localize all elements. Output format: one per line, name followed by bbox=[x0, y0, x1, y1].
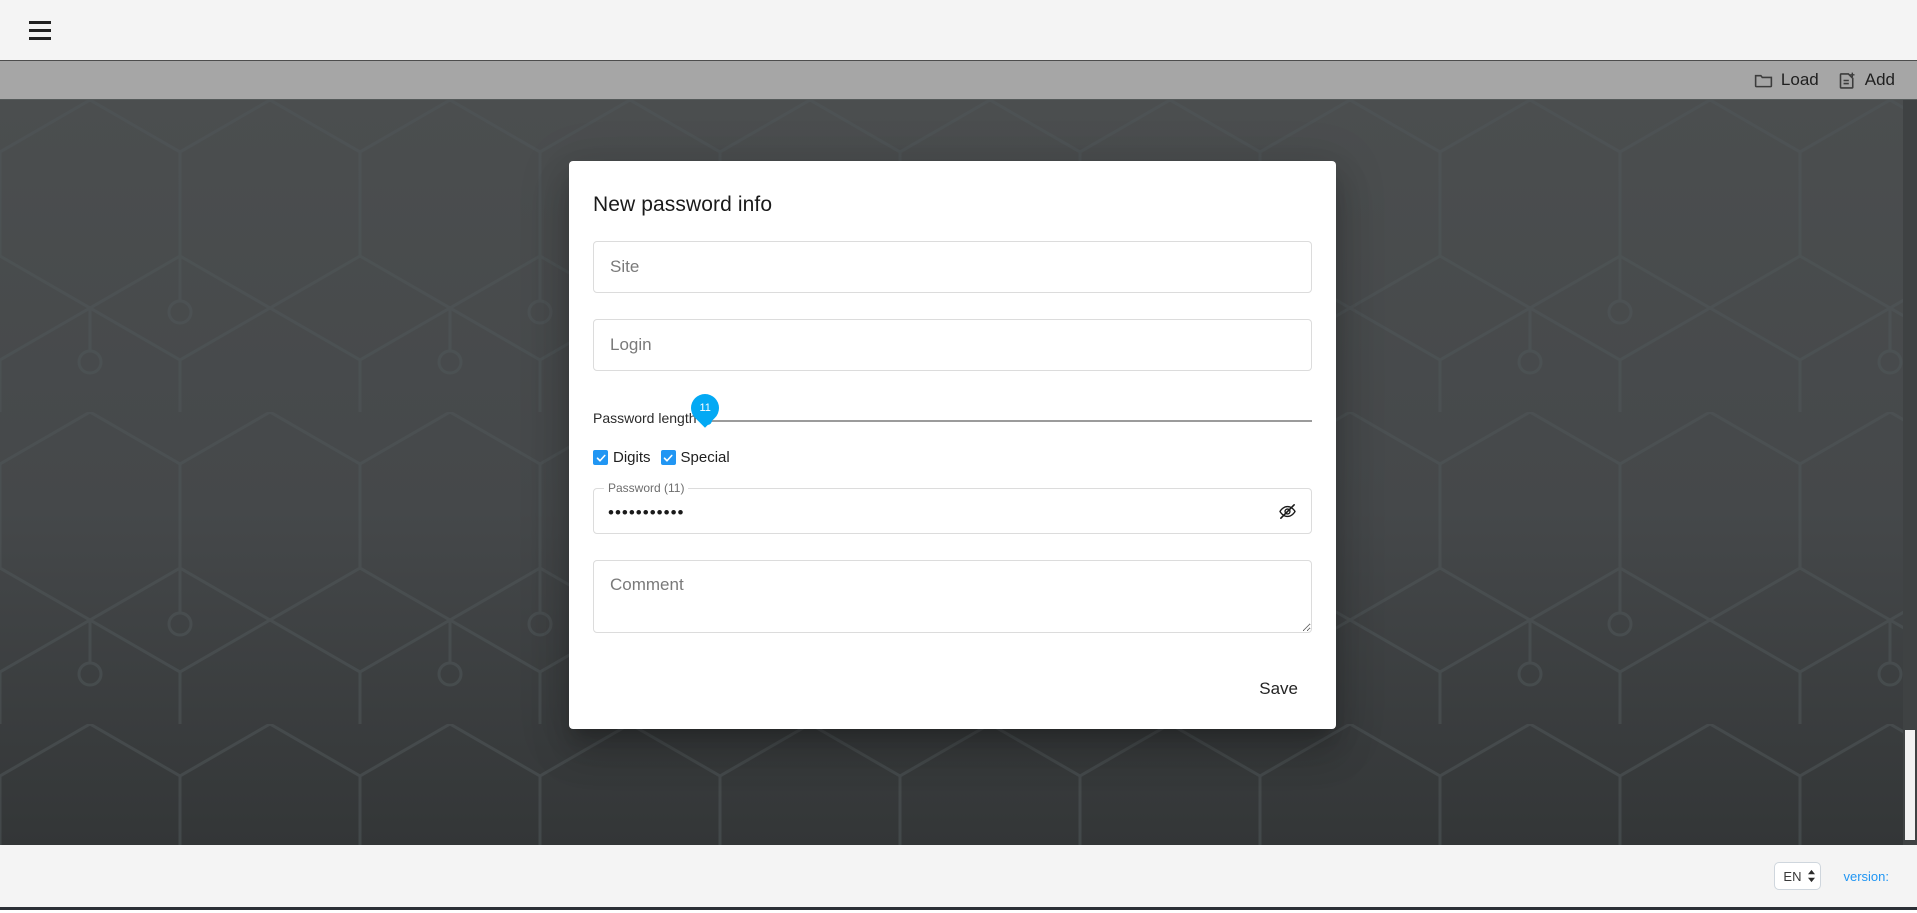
digits-checkbox[interactable]: Digits bbox=[593, 449, 651, 466]
language-select-value: EN bbox=[1783, 868, 1802, 884]
password-length-label: Password length bbox=[593, 410, 697, 426]
site-input[interactable] bbox=[593, 241, 1312, 293]
language-select[interactable]: EN bbox=[1774, 862, 1822, 890]
load-button[interactable]: Load bbox=[1753, 70, 1819, 91]
password-length-slider[interactable]: 11 bbox=[684, 388, 1312, 428]
note-add-icon bbox=[1837, 70, 1858, 91]
hamburger-line bbox=[29, 28, 51, 32]
slider-value-text: 11 bbox=[698, 401, 711, 414]
slider-track bbox=[702, 420, 1312, 422]
scrollbar-thumb[interactable] bbox=[1905, 730, 1915, 840]
sort-arrows-icon bbox=[1807, 869, 1816, 883]
dialog-actions: Save bbox=[569, 663, 1336, 729]
comment-field bbox=[593, 560, 1312, 633]
folder-icon bbox=[1753, 70, 1774, 91]
add-button[interactable]: Add bbox=[1837, 70, 1895, 91]
password-field-label: Password (11) bbox=[604, 482, 689, 494]
password-value[interactable]: ••••••••••• bbox=[608, 502, 1274, 521]
load-button-label: Load bbox=[1780, 70, 1819, 89]
app-footer: EN version: bbox=[0, 845, 1917, 910]
visibility-off-icon[interactable] bbox=[1274, 498, 1301, 525]
login-input[interactable] bbox=[593, 319, 1312, 371]
hamburger-menu-icon[interactable] bbox=[22, 12, 58, 48]
password-field-box[interactable]: Password (11) ••••••••••• bbox=[593, 482, 1312, 534]
app-root: Load Add New password info Site Login Pa… bbox=[0, 0, 1917, 913]
app-header bbox=[0, 0, 1917, 61]
password-length-slider-row: Password length 11 bbox=[593, 388, 1312, 428]
version-link[interactable]: version: bbox=[1843, 869, 1889, 884]
special-checkbox[interactable]: Special bbox=[660, 449, 730, 466]
site-field bbox=[593, 241, 1312, 293]
dialog-title: New password info bbox=[593, 193, 773, 216]
digits-checkbox-label: Digits bbox=[613, 449, 651, 466]
content-scrollbar[interactable] bbox=[1903, 100, 1917, 845]
login-field bbox=[593, 319, 1312, 371]
save-button[interactable]: Save bbox=[1245, 671, 1312, 707]
hamburger-line bbox=[29, 36, 51, 40]
checkbox-checked-icon bbox=[660, 450, 676, 465]
dialog-body: Password length 11 bbox=[569, 227, 1336, 663]
password-field: Password (11) ••••••••••• bbox=[593, 482, 1312, 534]
special-checkbox-label: Special bbox=[680, 449, 730, 466]
checkbox-checked-icon bbox=[593, 450, 608, 465]
action-toolbar: Load Add bbox=[0, 61, 1917, 100]
new-password-dialog: New password info Password length 11 bbox=[569, 161, 1336, 729]
add-button-label: Add bbox=[1864, 70, 1895, 89]
comment-textarea[interactable] bbox=[593, 560, 1312, 633]
character-options: Digits Special bbox=[593, 449, 1312, 466]
hamburger-line bbox=[29, 20, 51, 24]
